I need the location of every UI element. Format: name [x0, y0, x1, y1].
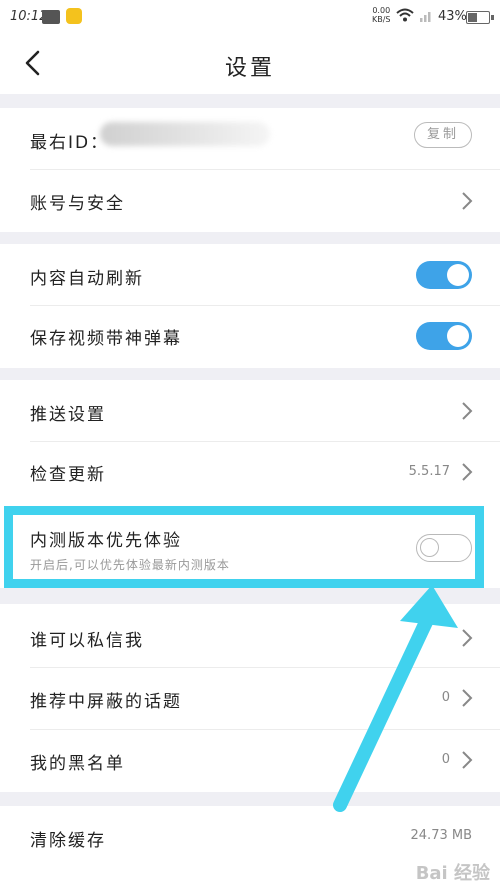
- watermark: Bai 经验: [415, 863, 490, 884]
- annotation-arrow: [333, 585, 458, 812]
